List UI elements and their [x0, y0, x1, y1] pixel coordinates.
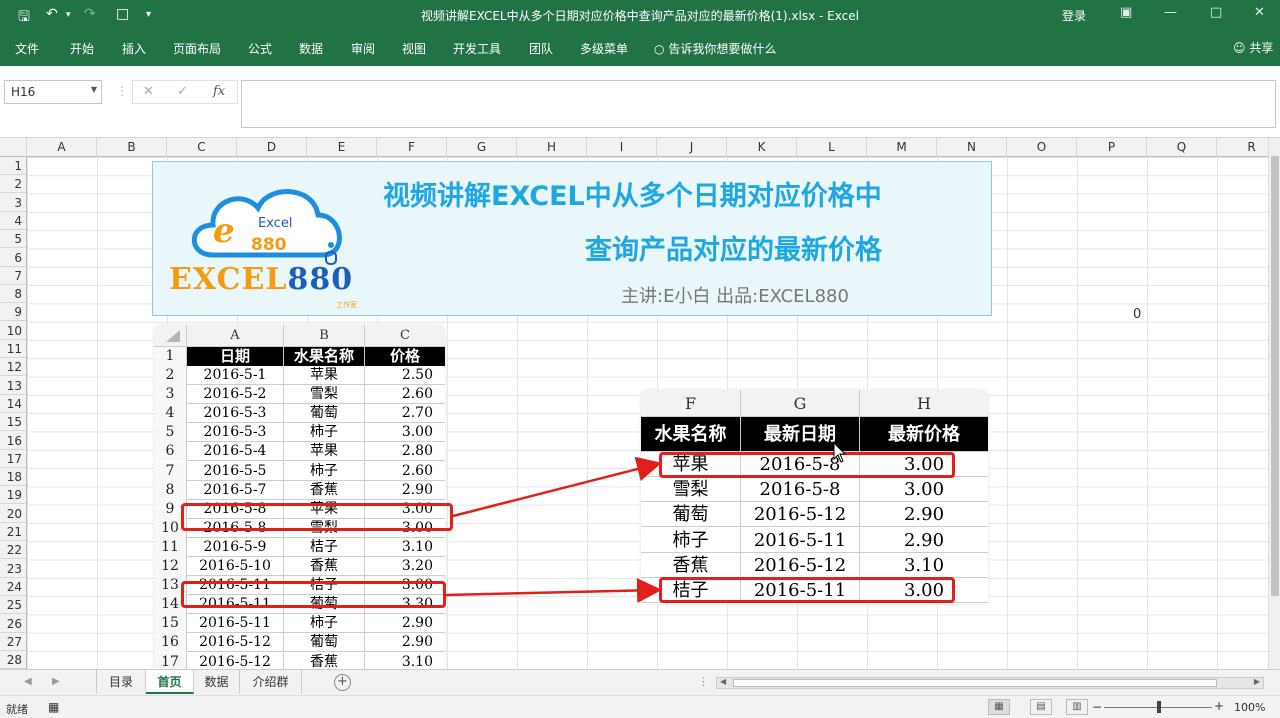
page-break-view-icon[interactable]: ▥	[1066, 699, 1088, 715]
status-bar: 就绪 ▦ ▦ ▤ ▥ − + 100%	[0, 695, 1280, 718]
next-sheet-icon[interactable]: ▶	[52, 676, 60, 687]
zoom-in-icon[interactable]: +	[1214, 699, 1224, 713]
sheet-tab-intro-group[interactable]: 介绍群	[240, 670, 302, 694]
sheet-tab-data[interactable]: 数据	[194, 670, 240, 694]
scroll-left-icon[interactable]: ◀	[720, 677, 726, 686]
arrow-overlay	[445, 441, 847, 603]
arrow-to-result-orange	[445, 577, 662, 603]
zoom-level[interactable]: 100%	[1234, 701, 1265, 714]
zoom-slider-knob[interactable]	[1157, 701, 1161, 713]
page-layout-view-icon[interactable]: ▤	[1030, 699, 1052, 715]
sheet-tab-home[interactable]: 首页	[146, 670, 194, 694]
normal-view-icon[interactable]: ▦	[988, 699, 1010, 715]
prev-sheet-icon[interactable]: ◀	[24, 676, 32, 687]
horizontal-scroll-thumb[interactable]	[733, 679, 1217, 687]
tab-splitter-icon[interactable]: ⋮	[698, 675, 709, 688]
arrow-to-result-apple	[452, 456, 662, 518]
status-ready: 就绪	[6, 703, 28, 716]
horizontal-scrollbar[interactable]: ◀ ▶	[716, 677, 1264, 689]
sheet-tab-catalog[interactable]: 目录	[96, 670, 146, 694]
macro-record-icon[interactable]: ▦	[48, 700, 59, 714]
scroll-right-icon[interactable]: ▶	[1254, 677, 1260, 686]
mouse-cursor-icon	[833, 441, 847, 463]
zoom-out-icon[interactable]: −	[1092, 700, 1102, 714]
add-sheet-button[interactable]: +	[334, 674, 351, 691]
